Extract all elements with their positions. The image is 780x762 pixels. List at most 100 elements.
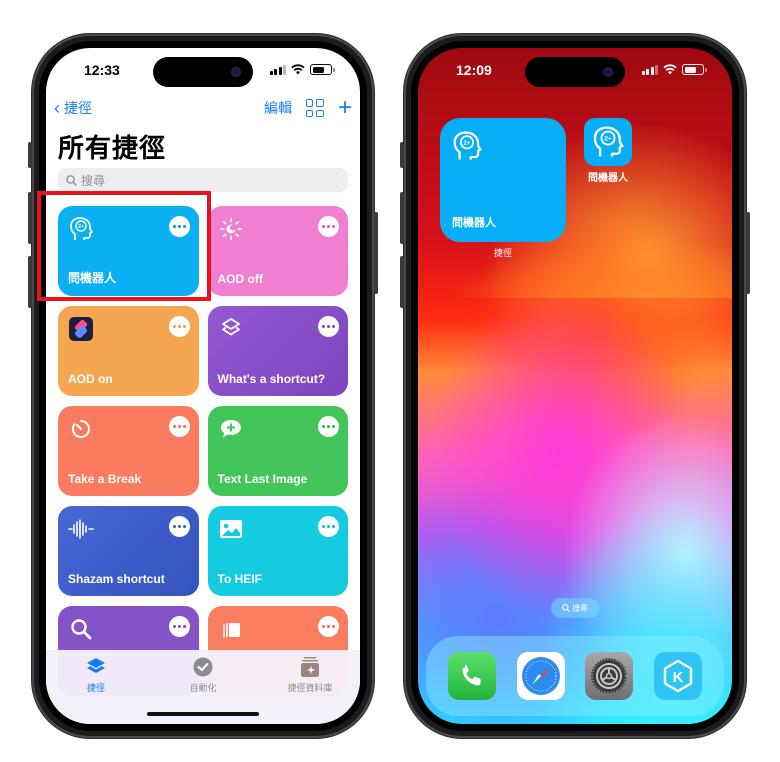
svg-text:2+: 2+: [604, 136, 612, 143]
app-caption: 問機器人: [588, 173, 628, 184]
message-plus-icon: [218, 416, 244, 442]
shortcut-label: Text Last Image: [217, 472, 308, 486]
more-options-button[interactable]: [318, 516, 339, 537]
action-button: [28, 142, 32, 168]
more-options-button[interactable]: [168, 516, 190, 537]
phone-app[interactable]: [448, 652, 497, 700]
more-options-button[interactable]: [318, 416, 339, 437]
power-button: [746, 212, 750, 294]
shortcut-label: Shazam shortcut: [68, 572, 165, 586]
back-label: 捷徑: [64, 100, 92, 116]
svg-text:2+: 2+: [78, 224, 84, 230]
chevron-left-icon: ‹: [54, 98, 60, 118]
waveform-icon: [68, 516, 94, 542]
shortcuts-grid: 2+ 問機器人 AOD off AOD on What's a shortcut…: [58, 206, 348, 696]
status-time: 12:33: [84, 62, 120, 78]
right-phone-frame: 12:09 2+ 問機器人 捷徑 2+ 問機器人 搜尋 K: [400, 34, 750, 738]
kkbox-app[interactable]: K: [653, 652, 702, 700]
more-options-button[interactable]: [168, 416, 190, 437]
more-options-button[interactable]: [168, 616, 190, 637]
svg-text:K: K: [672, 669, 683, 686]
shortcut-card-take-a-break[interactable]: Take a Break: [58, 406, 199, 496]
shortcuts-app-screen: 12:33 ‹ 捷徑 編輯 + 所有捷徑 搜尋 2+ 問機器人 AOD off …: [46, 48, 360, 724]
cellular-signal-icon: [269, 64, 286, 75]
brain-head-icon: 2+: [593, 126, 624, 157]
shortcut-card-text-last-image[interactable]: Text Last Image: [207, 406, 348, 496]
photo-icon: [218, 516, 244, 542]
home-search-button[interactable]: 搜尋: [551, 598, 599, 618]
home-search-label: 搜尋: [572, 603, 588, 613]
widget-label: 問機器人: [452, 217, 496, 229]
tab-shortcuts[interactable]: 捷徑: [56, 656, 136, 694]
settings-app[interactable]: [585, 652, 634, 700]
phone-icon: [462, 664, 482, 686]
wifi-icon: [291, 64, 305, 75]
shortcut-card-aod-on[interactable]: AOD on: [58, 306, 199, 396]
gear-icon: [591, 658, 628, 694]
clock-check-icon: [192, 656, 214, 678]
left-phone-frame: 12:33 ‹ 捷徑 編輯 + 所有捷徑 搜尋 2+ 問機器人 AOD off …: [28, 34, 378, 738]
shortcut-card-to-heif[interactable]: To HEIF: [207, 506, 348, 596]
widget-caption: 捷徑: [493, 248, 512, 258]
home-indicator: [147, 712, 259, 716]
dynamic-island: [525, 57, 625, 87]
timer-icon: [68, 416, 94, 442]
more-options-button[interactable]: [168, 316, 190, 337]
back-button[interactable]: ‹ 捷徑: [54, 98, 92, 118]
power-button: [374, 212, 378, 294]
add-shortcut-button[interactable]: +: [338, 96, 352, 120]
page-title: 所有捷徑: [58, 133, 167, 163]
grid-view-icon[interactable]: [305, 99, 324, 117]
status-time: 12:09: [456, 62, 492, 78]
shortcuts-app-icon: [68, 316, 94, 342]
shortcut-label: AOD on: [68, 372, 113, 386]
layers-icon: [218, 316, 244, 342]
shortcut-label: AOD off: [217, 272, 263, 286]
stack-cards-icon: [218, 616, 244, 642]
volume-up-button: [28, 192, 32, 244]
shortcut-card-aod-off[interactable]: AOD off: [207, 206, 348, 296]
shortcut-label: To HEIF: [217, 572, 262, 586]
more-options-button[interactable]: [168, 216, 190, 237]
tab-automation[interactable]: 自動化: [163, 656, 243, 694]
brain-head-icon: 2+: [68, 216, 94, 242]
tab-label: 捷徑: [86, 683, 105, 693]
gallery-sparkle-icon: [299, 656, 321, 678]
shortcut-label: What's a shortcut?: [217, 372, 326, 386]
tab-bar: 捷徑 自動化 捷徑資料庫: [46, 650, 360, 724]
compass-icon: [521, 657, 560, 695]
shortcut-card-ask-robot[interactable]: 2+ 問機器人: [58, 206, 199, 296]
volume-down-button: [400, 256, 404, 308]
volume-up-button: [400, 192, 404, 244]
layers-icon: [85, 656, 107, 678]
shortcut-card-whats-a-shortcut[interactable]: What's a shortcut?: [207, 306, 348, 396]
dynamic-island: [153, 57, 253, 87]
shortcut-widget[interactable]: 2+ 問機器人: [440, 118, 566, 242]
search-placeholder: 搜尋: [81, 173, 106, 188]
search-field[interactable]: 搜尋: [58, 168, 348, 192]
ask-robot-app-icon[interactable]: 2+: [584, 118, 632, 166]
action-button: [400, 142, 404, 168]
safari-app[interactable]: [516, 652, 565, 700]
cellular-signal-icon: [641, 64, 658, 75]
battery-icon: [682, 64, 707, 75]
tab-label: 自動化: [189, 683, 217, 693]
k-hexagon-icon: K: [663, 659, 692, 693]
shortcut-label: Take a Break: [68, 472, 142, 486]
search-icon: [562, 604, 570, 612]
svg-text:2+: 2+: [463, 140, 470, 147]
dock: K: [426, 636, 724, 716]
tab-label: 捷徑資料庫: [287, 683, 333, 693]
volume-down-button: [28, 256, 32, 308]
search-icon: [66, 174, 77, 186]
more-options-button[interactable]: [318, 616, 339, 637]
more-options-button[interactable]: [318, 216, 339, 237]
more-options-button[interactable]: [318, 316, 339, 337]
battery-icon: [310, 64, 335, 75]
brain-head-icon: 2+: [452, 130, 482, 160]
edit-button[interactable]: 編輯: [264, 98, 292, 118]
shortcut-card-shazam[interactable]: Shazam shortcut: [58, 506, 199, 596]
magnifier-icon: [68, 616, 94, 642]
tab-gallery[interactable]: 捷徑資料庫: [270, 656, 350, 694]
home-screen: 12:09 2+ 問機器人 捷徑 2+ 問機器人 搜尋 K: [418, 48, 732, 724]
